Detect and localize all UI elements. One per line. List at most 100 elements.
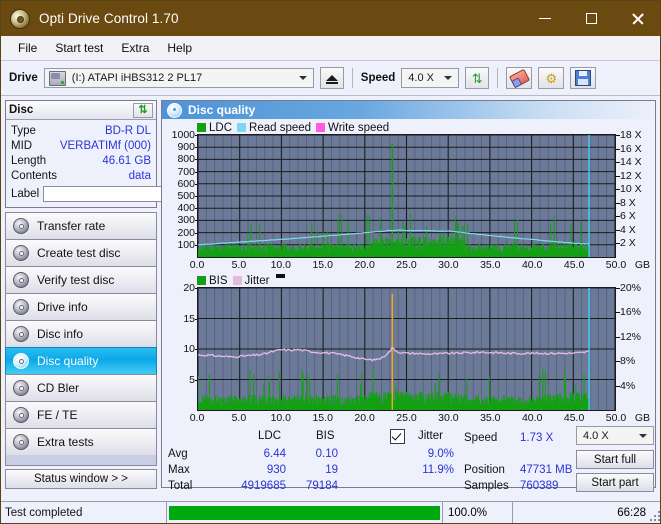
y2-tick-label: 10 X bbox=[616, 183, 642, 196]
chevron-down-icon bbox=[639, 433, 647, 438]
disc-icon bbox=[13, 326, 29, 342]
y-tick-label: 100 bbox=[177, 238, 199, 251]
disc-panel-header: Disc ⇅ bbox=[6, 101, 156, 120]
y2-tick-label: 14 X bbox=[616, 156, 642, 169]
disc-label-label: Label bbox=[11, 187, 40, 200]
resize-grip[interactable] bbox=[650, 511, 660, 521]
checkbox-icon bbox=[390, 429, 405, 444]
x-tick-label: 35.0 bbox=[480, 259, 501, 271]
disc-row-mid: MID VERBATIMf (000) bbox=[11, 138, 151, 153]
menu-extra[interactable]: Extra bbox=[112, 39, 158, 57]
disc-refresh-button[interactable]: ⇅ bbox=[133, 102, 153, 118]
position-stat-label: Position bbox=[464, 464, 505, 476]
save-icon bbox=[575, 70, 592, 86]
progress-fill bbox=[169, 505, 440, 520]
y2-tick-label: 16% bbox=[615, 306, 642, 319]
x-tick-label: 25.0 bbox=[396, 412, 417, 424]
sidebar-item-label: Disc info bbox=[37, 327, 84, 341]
y2-tick-label: 2 X bbox=[616, 237, 636, 250]
sidebar-item-create-test-disc[interactable]: Create test disc bbox=[5, 239, 157, 266]
maximize-button[interactable] bbox=[568, 1, 614, 36]
menu-start-test[interactable]: Start test bbox=[46, 39, 112, 57]
stats-total-bis: 79184 bbox=[306, 480, 338, 492]
x-tick-label: 25.0 bbox=[396, 259, 417, 271]
speed-stat-label: Speed bbox=[464, 432, 498, 444]
y2-tick-label: 6 X bbox=[616, 210, 636, 223]
title-bar: Opti Drive Control 1.70 bbox=[1, 1, 660, 36]
x-tick-label: 5.0 bbox=[231, 259, 247, 271]
result-speed-select[interactable]: 4.0 X bbox=[576, 426, 654, 445]
sidebar-item-disc-quality[interactable]: Disc quality bbox=[5, 347, 157, 374]
disc-row-type: Type BD-R DL bbox=[11, 123, 151, 138]
sidebar-item-fe-te[interactable]: FE / TE bbox=[5, 401, 157, 428]
result-speed-value: 4.0 X bbox=[583, 429, 609, 442]
tools-button[interactable]: ⚙ bbox=[538, 67, 565, 89]
chart1-y-axis-left: 100 200 300 400 500 600 700 800 900 1000 bbox=[165, 129, 200, 258]
menu-help[interactable]: Help bbox=[158, 39, 201, 57]
legend-swatch-icon bbox=[197, 123, 206, 132]
y-tick-label: 200 bbox=[177, 226, 199, 239]
disc-length-value: 46.61 GB bbox=[102, 154, 151, 167]
legend-item-read-speed: Read speed bbox=[237, 122, 311, 134]
chart2-y-axis-right: 4% 8% 12% 16% 20% bbox=[615, 282, 652, 411]
close-button[interactable] bbox=[614, 1, 660, 36]
y-tick-label: 700 bbox=[177, 165, 199, 178]
chart1-svg bbox=[198, 135, 615, 257]
start-part-button[interactable]: Start part bbox=[576, 473, 654, 492]
toolbar-divider-2 bbox=[497, 68, 499, 88]
stats-avg-jitter: 9.0% bbox=[427, 448, 454, 460]
disc-icon bbox=[13, 353, 29, 369]
nav-list: Transfer rate Create test disc Verify te… bbox=[5, 212, 157, 466]
app-disc-icon bbox=[10, 8, 30, 29]
menu-file[interactable]: File bbox=[9, 39, 46, 57]
x-tick-label: 5.0 bbox=[231, 412, 247, 424]
start-full-button[interactable]: Start full bbox=[576, 450, 654, 469]
legend-item-write-speed: Write speed bbox=[316, 122, 389, 134]
jitter-checkbox[interactable] bbox=[390, 429, 405, 445]
sidebar-item-transfer-rate[interactable]: Transfer rate bbox=[5, 212, 157, 239]
drive-select-value: (I:) ATAPI iHBS312 2 PL17 bbox=[71, 72, 203, 84]
legend-marker-icon bbox=[276, 274, 286, 278]
right-panel: Disc quality LDC Read speed Write speed … bbox=[161, 96, 660, 492]
status-window-button[interactable]: Status window > > bbox=[5, 469, 157, 489]
disc-type-label: Type bbox=[11, 124, 36, 137]
erase-button[interactable] bbox=[506, 67, 533, 89]
x-tick-label: 35.0 bbox=[480, 412, 501, 424]
sidebar-item-disc-info[interactable]: Disc info bbox=[5, 320, 157, 347]
y-tick-label: 5 bbox=[189, 373, 199, 386]
x-tick-label: 15.0 bbox=[312, 412, 333, 424]
disc-panel-title: Disc bbox=[9, 104, 34, 116]
y2-tick-label: 16 X bbox=[616, 142, 642, 155]
x-tick-label: 40.0 bbox=[521, 259, 543, 271]
sidebar-item-extra-tests[interactable]: Extra tests bbox=[5, 428, 157, 455]
stats-max-jitter: 11.9% bbox=[422, 464, 454, 476]
y-tick-label: 800 bbox=[177, 153, 199, 166]
sidebar-item-verify-test-disc[interactable]: Verify test disc bbox=[5, 266, 157, 293]
y2-tick-label: 4% bbox=[615, 379, 636, 392]
disc-icon bbox=[13, 245, 29, 261]
sidebar-item-cd-bler[interactable]: CD Bler bbox=[5, 374, 157, 401]
maximize-icon bbox=[585, 13, 597, 24]
disc-mid-label: MID bbox=[11, 139, 33, 152]
window-controls bbox=[522, 1, 660, 36]
chart2-legend: BIS Jitter bbox=[197, 274, 652, 287]
save-button[interactable] bbox=[570, 67, 597, 89]
status-bar: Test completed 100.0% 66:28 bbox=[1, 501, 660, 523]
y2-tick-label: 12 X bbox=[616, 169, 642, 182]
minimize-button[interactable] bbox=[522, 1, 568, 36]
disc-icon bbox=[13, 407, 29, 423]
stats-col-jitter: Jitter bbox=[418, 430, 443, 442]
eraser-icon bbox=[508, 68, 530, 88]
y-tick-label: 500 bbox=[177, 190, 199, 202]
speed-select-value: 4.0 X bbox=[408, 72, 434, 84]
charts-area: LDC Read speed Write speed 100 200 300 400 5… bbox=[162, 119, 655, 427]
speed-select[interactable]: 4.0 X bbox=[401, 68, 460, 88]
samples-stat-value: 760389 bbox=[520, 480, 559, 492]
menu-bar: File Start test Extra Help bbox=[1, 36, 660, 61]
sidebar-item-drive-info[interactable]: Drive info bbox=[5, 293, 157, 320]
drive-select[interactable]: (I:) ATAPI iHBS312 2 PL17 bbox=[43, 68, 314, 88]
chart1-plot bbox=[197, 134, 616, 258]
disc-info-rows: Type BD-R DL MID VERBATIMf (000) Length … bbox=[6, 120, 250, 207]
eject-button[interactable] bbox=[319, 67, 344, 89]
refresh-button[interactable]: ⇅ bbox=[465, 67, 490, 89]
